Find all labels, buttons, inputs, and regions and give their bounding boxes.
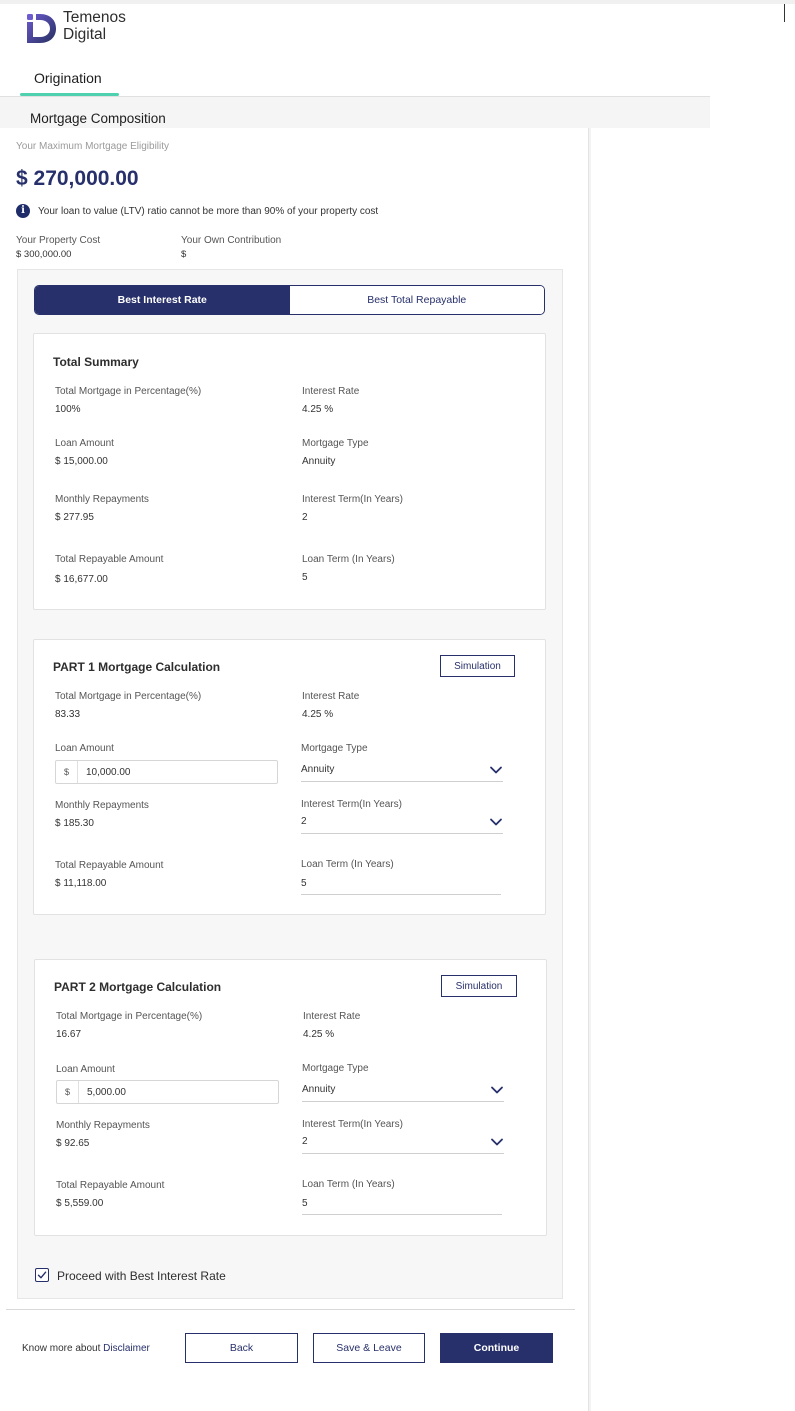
summary-total-pct-label: Total Mortgage in Percentage(%)	[55, 386, 202, 397]
scrollbar-thumb[interactable]	[784, 4, 785, 22]
tab-origination[interactable]: Origination	[34, 70, 102, 86]
summary-interest-term-label: Interest Term(In Years)	[302, 494, 403, 505]
part1-loan-term-label: Loan Term (In Years)	[301, 859, 394, 870]
part1-interest-term-value: 2	[301, 816, 307, 827]
property-cost-label: Your Property Cost	[16, 235, 101, 246]
part1-loan-amount-field[interactable]: $	[55, 760, 278, 784]
property-cost-value: $ 300,000.00	[16, 249, 72, 260]
part2-monthly-value: $ 92.65	[56, 1138, 90, 1149]
know-more-prefix: Know more about	[22, 1343, 101, 1354]
part1-simulation-button[interactable]: Simulation	[440, 655, 515, 677]
top-border	[0, 0, 795, 4]
part1-monthly-label: Monthly Repayments	[55, 800, 149, 811]
temenos-logo-icon	[27, 14, 56, 43]
part2-total-repayable-label: Total Repayable Amount	[56, 1180, 165, 1191]
continue-button[interactable]: Continue	[440, 1333, 553, 1363]
total-summary-title: Total Summary	[53, 355, 139, 369]
chevron-down-icon	[491, 1086, 503, 1093]
part2-interest-term-label: Interest Term(In Years)	[302, 1119, 403, 1130]
total-summary-card	[33, 333, 546, 610]
part2-total-pct-label: Total Mortgage in Percentage(%)	[56, 1011, 203, 1022]
summary-mortgage-type-value: Annuity	[302, 456, 336, 467]
part1-total-repayable-label: Total Repayable Amount	[55, 860, 164, 871]
know-more-text: Know more about Disclaimer	[22, 1343, 150, 1354]
summary-interest-term-value: 2	[302, 512, 308, 523]
toggle-best-total-repayable[interactable]: Best Total Repayable	[289, 286, 544, 314]
currency-prefix: $	[56, 761, 78, 783]
part1-total-pct-value: 83.33	[55, 709, 81, 720]
repayment-strategy-toggle: Best Interest Rate Best Total Repayable	[34, 285, 545, 315]
part1-interest-rate-label: Interest Rate	[302, 691, 360, 702]
summary-monthly-label: Monthly Repayments	[55, 494, 149, 505]
summary-loan-term-label: Loan Term (In Years)	[302, 554, 395, 565]
part1-monthly-value: $ 185.30	[55, 818, 94, 829]
part1-title: PART 1 Mortgage Calculation	[53, 660, 221, 674]
summary-loan-amount-value: $ 15,000.00	[55, 456, 108, 467]
own-contribution-label: Your Own Contribution	[181, 235, 282, 246]
own-contribution-value: $	[181, 249, 187, 260]
part2-interest-term-value: 2	[302, 1136, 308, 1147]
disclaimer-link[interactable]: Disclaimer	[103, 1343, 150, 1354]
part2-loan-term-field[interactable]: 5	[302, 1193, 502, 1215]
part2-interest-rate-label: Interest Rate	[303, 1011, 361, 1022]
part1-mortgage-type-label: Mortgage Type	[301, 743, 368, 754]
brand-name-line2: Digital	[63, 26, 107, 43]
chevron-down-icon	[490, 766, 502, 773]
checkmark-icon	[37, 1271, 47, 1279]
chevron-down-icon	[490, 818, 502, 825]
part2-total-pct-value: 16.67	[56, 1029, 82, 1040]
part1-loan-term-field[interactable]: 5	[301, 873, 501, 895]
part1-loan-amount-input[interactable]	[78, 766, 258, 778]
summary-loan-term-value: 5	[302, 572, 308, 583]
summary-mortgage-type-label: Mortgage Type	[302, 438, 369, 449]
summary-monthly-value: $ 277.95	[55, 512, 94, 523]
brand-name-line1: Temenos	[63, 9, 126, 26]
summary-interest-rate-label: Interest Rate	[302, 386, 360, 397]
summary-total-repayable-label: Total Repayable Amount	[55, 554, 164, 565]
eligibility-label: Your Maximum Mortgage Eligibility	[16, 141, 170, 152]
toggle-best-interest-rate[interactable]: Best Interest Rate	[35, 286, 290, 314]
part2-mortgage-type-select[interactable]: Annuity	[302, 1078, 504, 1102]
part2-loan-amount-label: Loan Amount	[56, 1064, 115, 1075]
part1-interest-rate-value: 4.25 %	[302, 709, 334, 720]
part2-loan-amount-field[interactable]: $	[56, 1080, 279, 1104]
footer-divider	[6, 1309, 575, 1310]
summary-interest-rate-value: 4.25 %	[302, 404, 334, 415]
part2-mortgage-type-label: Mortgage Type	[302, 1063, 369, 1074]
part1-total-repayable-value: $ 11,118.00	[55, 878, 107, 889]
save-and-leave-button[interactable]: Save & Leave	[313, 1333, 425, 1363]
part1-interest-term-label: Interest Term(In Years)	[301, 799, 402, 810]
part1-mortgage-type-value: Annuity	[301, 764, 335, 775]
part2-title: PART 2 Mortgage Calculation	[54, 980, 222, 994]
part2-simulation-button[interactable]: Simulation	[441, 975, 517, 997]
info-icon: i	[16, 204, 30, 218]
eligibility-amount: $ 270,000.00	[16, 167, 139, 190]
brand-name: Temenos Digital	[63, 9, 126, 43]
summary-total-pct-value: 100%	[55, 404, 81, 415]
part1-mortgage-type-select[interactable]: Annuity	[301, 758, 503, 782]
part2-interest-term-select[interactable]: 2	[302, 1130, 504, 1154]
part2-loan-term-label: Loan Term (In Years)	[302, 1179, 395, 1190]
ltv-note: Your loan to value (LTV) ratio cannot be…	[38, 206, 379, 217]
part2-interest-rate-value: 4.25 %	[303, 1029, 335, 1040]
part2-mortgage-type-value: Annuity	[302, 1084, 336, 1095]
right-panel-divider-shadow	[589, 128, 591, 1411]
part1-loan-amount-label: Loan Amount	[55, 743, 114, 754]
summary-total-repayable-value: $ 16,677.00	[55, 574, 108, 585]
proceed-label[interactable]: Proceed with Best Interest Rate	[57, 1269, 226, 1283]
part2-total-repayable-value: $ 5,559.00	[56, 1198, 104, 1209]
summary-loan-amount-label: Loan Amount	[55, 438, 114, 449]
currency-prefix: $	[57, 1081, 79, 1103]
part1-total-pct-label: Total Mortgage in Percentage(%)	[55, 691, 202, 702]
part2-loan-amount-input[interactable]	[79, 1086, 259, 1098]
chevron-down-icon	[491, 1138, 503, 1145]
section-title: Mortgage Composition	[30, 111, 166, 126]
part2-monthly-label: Monthly Repayments	[56, 1120, 150, 1131]
proceed-checkbox[interactable]	[35, 1268, 49, 1282]
part1-interest-term-select[interactable]: 2	[301, 810, 503, 834]
back-button[interactable]: Back	[185, 1333, 298, 1363]
